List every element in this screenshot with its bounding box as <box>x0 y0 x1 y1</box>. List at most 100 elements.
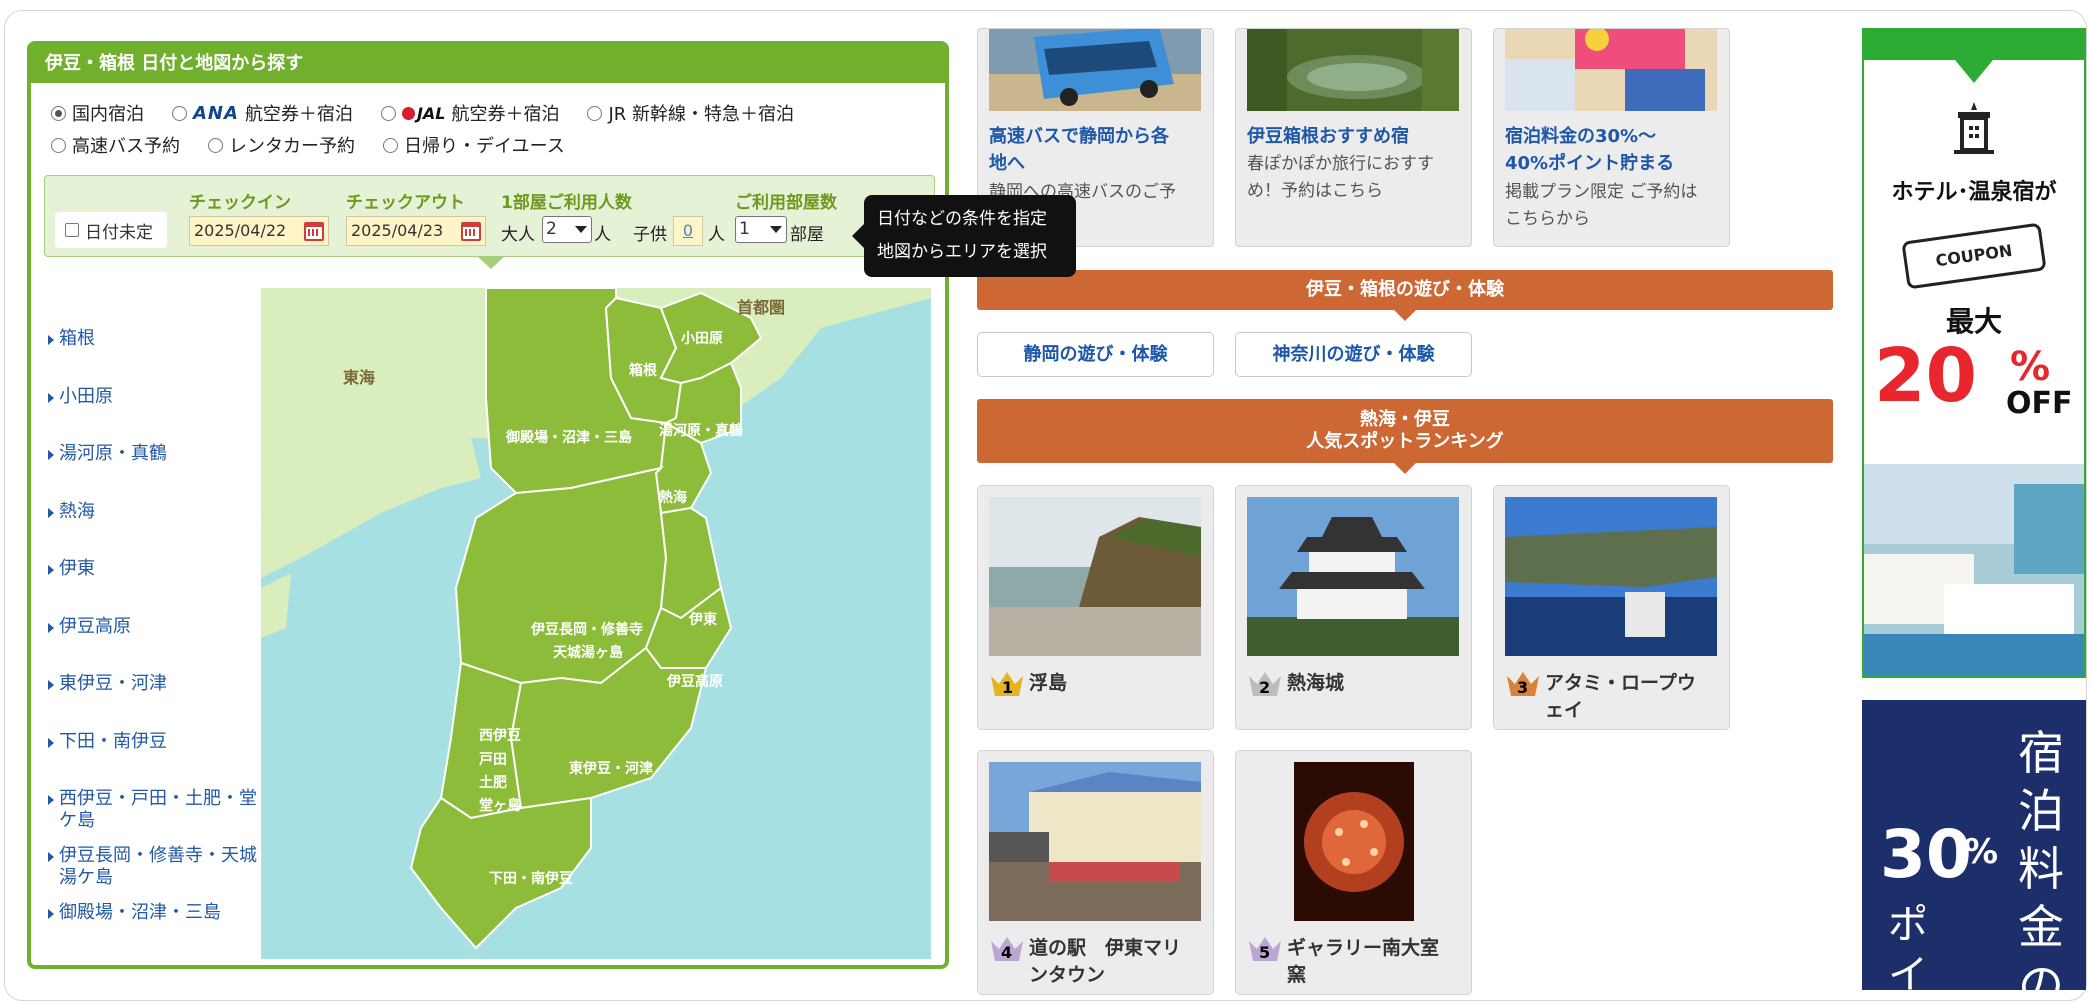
onsen-image <box>1247 29 1459 111</box>
area-link-izukogen[interactable]: 伊豆高原 <box>48 616 131 638</box>
ranking-name-4[interactable]: 道の駅 伊東マリ ンタウン <box>1029 935 1209 989</box>
area-map: 首都圏 東海 小田原 箱根 御殿場・沼津・三島 湯河原・真鶴 熱海 伊東 伊豆長… <box>261 288 931 959</box>
search-panel: 伊豆・箱根 日付と地図から探す 国内宿泊 ANA 航空券＋宿泊 JAL 航空券＋… <box>27 41 949 969</box>
calendar-icon[interactable] <box>304 222 324 241</box>
panel-title: 伊豆・箱根 日付と地図から探す <box>31 45 945 83</box>
promo-desc-2: 春ぽかぽか旅行におすす め！予約はこちら <box>1247 154 1434 201</box>
bus-image <box>989 29 1201 111</box>
checkout-date-input[interactable]: 2025/04/23 <box>346 216 486 246</box>
ad1-line1: ホテル･温泉宿が <box>1891 180 2057 205</box>
map-label-hakone: 箱根 <box>629 362 658 379</box>
area-link-yugawara[interactable]: 湯河原・真鶴 <box>48 443 167 465</box>
ranking-name-3[interactable]: アタミ・ロープウ ェイ <box>1545 670 1725 724</box>
adults-prefix: 大人 <box>501 225 535 245</box>
radio-jal-flight-stay[interactable]: JAL 航空券＋宿泊 <box>380 100 559 126</box>
map-label-nishiizu-3: 土肥 <box>479 774 507 791</box>
area-link-gotemba[interactable]: 御殿場・沼津・三島 <box>48 902 221 924</box>
map-label-odawara: 小田原 <box>681 331 723 347</box>
radio-button[interactable] <box>587 105 603 121</box>
map-label-shutoken: 首都圏 <box>737 298 785 317</box>
shizuoka-activities-button[interactable]: 静岡の遊び・体験 <box>977 332 1214 377</box>
radio-ana-flight-stay[interactable]: ANA 航空券＋宿泊 <box>172 100 353 126</box>
crown-silver-icon: 2 <box>1247 668 1283 698</box>
children-input[interactable]: 0 <box>673 216 703 246</box>
map-label-tokai: 東海 <box>343 368 375 387</box>
area-link-nishiizu[interactable]: 西伊豆・戸田・土肥・堂ケ島 <box>48 788 258 832</box>
svg-text:5: 5 <box>1259 943 1270 962</box>
coupon-ad-banner[interactable]: ホテル･温泉宿が COUPON 最大 20 % OFF <box>1862 28 2086 678</box>
radio-button[interactable] <box>208 137 223 153</box>
adults-unit: 人 <box>594 225 611 245</box>
jal-logo: JAL <box>401 104 445 123</box>
map-label-nishiizu-1: 西伊豆 <box>479 727 521 744</box>
radio-button[interactable] <box>380 105 396 121</box>
ranking-card-1[interactable]: 1 浮島 <box>977 485 1214 730</box>
map-label-izukogen: 伊豆高原 <box>666 673 723 690</box>
coupon-ticket-icon: COUPON <box>1901 222 2047 290</box>
area-link-hakone[interactable]: 箱根 <box>48 328 95 350</box>
undated-checkbox[interactable]: 日付未定 <box>55 212 167 248</box>
calendar-icon[interactable] <box>461 222 481 241</box>
rooms-select[interactable]: 1 <box>735 216 787 243</box>
ropeway-image <box>1505 497 1717 656</box>
map-label-nishiizu-4: 堂ヶ島 <box>479 797 521 814</box>
map-label-atami: 熱海 <box>659 489 687 506</box>
kanagawa-activities-button[interactable]: 神奈川の遊び・体験 <box>1235 332 1472 377</box>
radio-jr-shinkansen-stay[interactable]: JR 新幹線・特急＋宿泊 <box>587 100 794 126</box>
area-link-atami[interactable]: 熱海 <box>48 501 95 523</box>
map-tooltip: 日付などの条件を指定 地図からエリアを選択 <box>852 195 1076 277</box>
ranking-name-1[interactable]: 浮島 <box>1029 670 1209 697</box>
radio-day-use[interactable]: 日帰り・デイユース <box>383 132 565 158</box>
travel-type-options: 国内宿泊 ANA 航空券＋宿泊 JAL 航空券＋宿泊 JR 新幹線・特急＋宿泊 … <box>51 97 931 161</box>
radio-button[interactable] <box>51 137 66 153</box>
checkbox[interactable] <box>65 223 79 237</box>
map-label-ito: 伊東 <box>688 611 717 628</box>
promo-title-2[interactable]: 伊豆箱根おすすめ宿 <box>1247 123 1467 150</box>
chevron-down-icon <box>575 226 587 233</box>
checkin-label: チェックイン <box>189 193 291 213</box>
points-ad-banner[interactable]: 30 % ポイ 宿泊料金の <box>1862 700 2086 990</box>
promo-card-points[interactable]: 宿泊料金の30%～ 40%ポイント貯まる 掲載プラン限定 ご予約は こちらから <box>1493 28 1730 247</box>
radio-highway-bus[interactable]: 高速バス予約 <box>51 132 180 158</box>
points-image <box>1505 29 1717 111</box>
ukishima-image <box>989 497 1201 656</box>
svg-text:4: 4 <box>1001 943 1012 962</box>
rooms-label: ご利用部屋数 <box>735 193 837 213</box>
map-label-izunagaoka-1: 伊豆長岡・修善寺 <box>530 621 643 638</box>
search-conditions: チェックイン チェックアウト 1部屋ご利用人数 ご利用部屋数 日付未定 2025… <box>44 175 935 269</box>
michinoeki-image <box>989 762 1201 921</box>
promo-card-recommended-inn[interactable]: 伊豆箱根おすすめ宿 春ぽかぽか旅行におすす め！予約はこちら <box>1235 28 1472 247</box>
ranking-card-3[interactable]: 3 アタミ・ロープウ ェイ <box>1493 485 1730 730</box>
activities-header: 伊豆・箱根の遊び・体験 <box>977 270 1833 321</box>
radio-button[interactable] <box>383 137 398 153</box>
radio-button[interactable] <box>172 105 187 121</box>
promo-title-3[interactable]: 宿泊料金の30%～ 40%ポイント貯まる <box>1505 123 1725 177</box>
ranking-name-2[interactable]: 熱海城 <box>1287 670 1467 697</box>
ranking-card-4[interactable]: 4 道の駅 伊東マリ ンタウン <box>977 750 1214 995</box>
promo-desc-3: 掲載プラン限定 ご予約は こちらから <box>1505 182 1698 229</box>
ranking-name-5[interactable]: ギャラリー南大室 窯 <box>1287 935 1467 989</box>
rooms-unit: 部屋 <box>790 225 824 245</box>
radio-domestic-stay[interactable]: 国内宿泊 <box>51 100 144 126</box>
checkin-date-input[interactable]: 2025/04/22 <box>189 216 329 246</box>
jal-crane-icon <box>401 106 415 120</box>
checkout-label: チェックアウト <box>346 193 465 213</box>
ranking-card-2[interactable]: 2 熱海城 <box>1235 485 1472 730</box>
area-link-higashiizu[interactable]: 東伊豆・河津 <box>48 673 167 695</box>
area-link-izunagaoka[interactable]: 伊豆長岡・修善寺・天城湯ケ島 <box>48 845 258 889</box>
svg-text:1: 1 <box>1002 678 1013 697</box>
gallery-image <box>1294 762 1414 921</box>
ad2-percent-sign: % <box>1964 832 1999 872</box>
promo-title-1[interactable]: 高速バスで静岡から各 地へ <box>989 123 1209 177</box>
area-link-shimoda[interactable]: 下田・南伊豆 <box>48 731 167 753</box>
adults-select[interactable]: 2 <box>542 216 592 243</box>
radio-rental-car[interactable]: レンタカー予約 <box>208 132 355 158</box>
ranking-header: 熱海・伊豆 人気スポットランキング <box>977 399 1833 474</box>
children-unit: 人 <box>708 225 725 245</box>
area-link-ito[interactable]: 伊東 <box>48 558 95 580</box>
area-link-odawara[interactable]: 小田原 <box>48 386 113 408</box>
radio-button-selected[interactable] <box>51 105 66 121</box>
map-label-gotemba: 御殿場・沼津・三島 <box>505 429 632 446</box>
map-label-nishiizu-2: 戸田 <box>479 752 507 768</box>
ranking-card-5[interactable]: 5 ギャラリー南大室 窯 <box>1235 750 1472 995</box>
